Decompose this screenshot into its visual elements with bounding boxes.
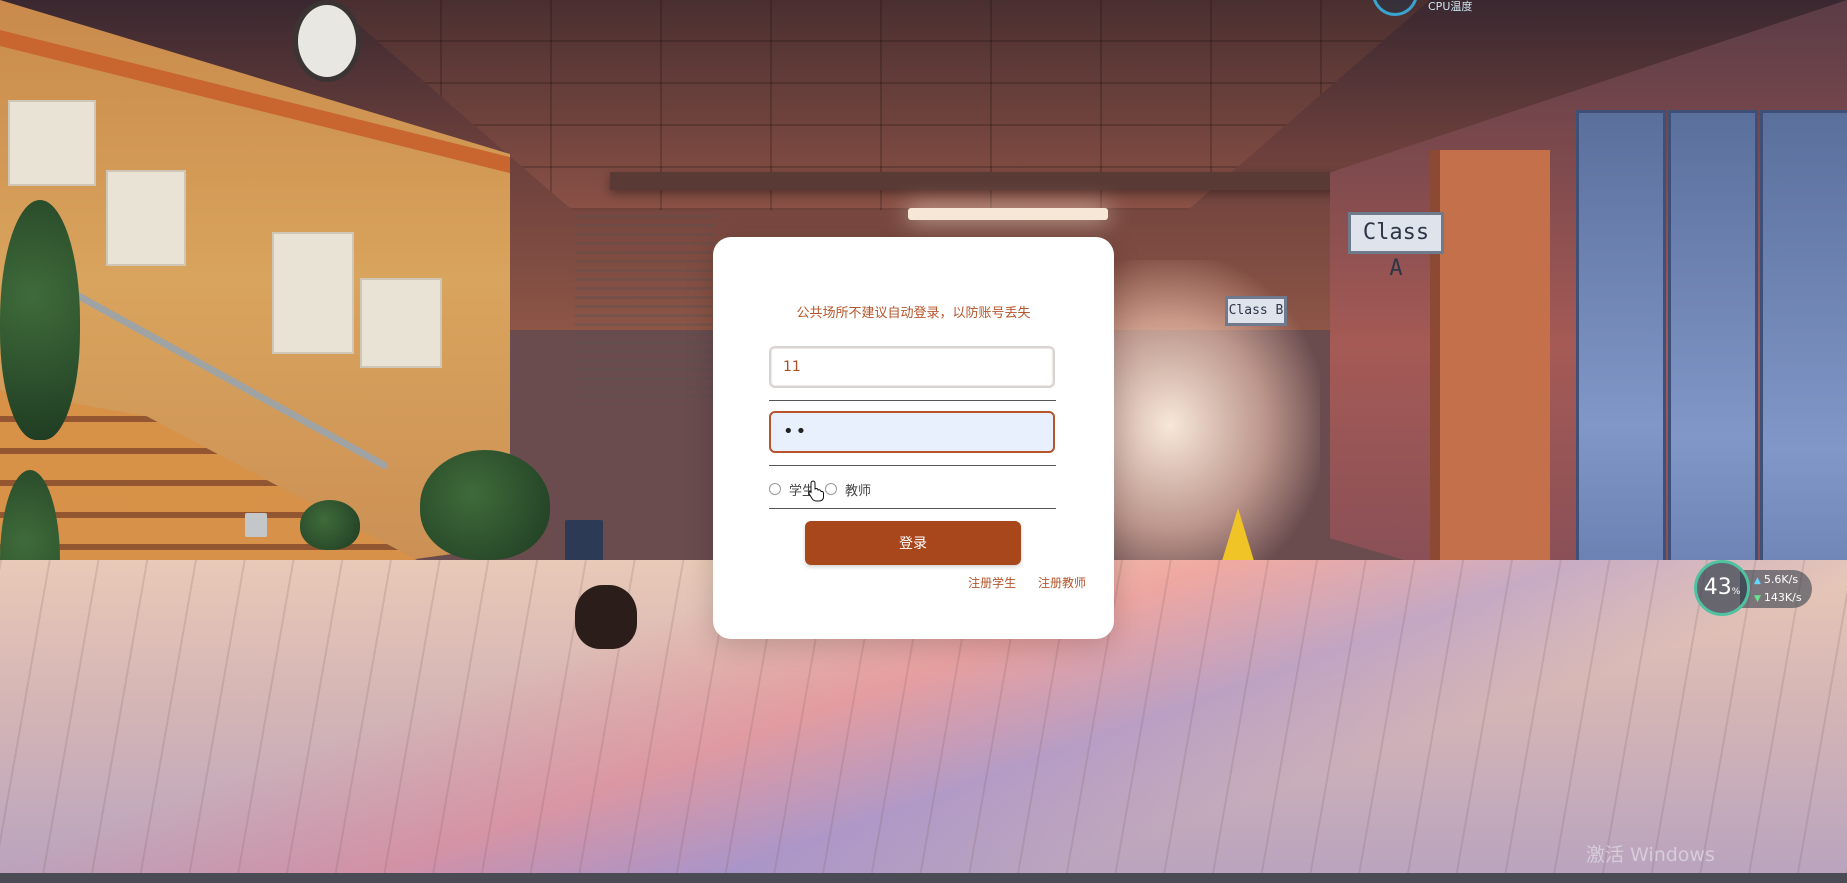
username-input[interactable] xyxy=(769,346,1055,388)
register-links: 注册学生 注册教师 xyxy=(713,574,1086,591)
activate-windows-watermark: 激活 Windows xyxy=(1586,844,1715,866)
poster-2 xyxy=(106,170,186,266)
sign-class-a: Class A xyxy=(1348,212,1444,281)
cpu-label: CPU温度 xyxy=(1428,0,1473,13)
pot-stair xyxy=(245,513,267,537)
auto-login-notice: 公共场所不建议自动登录，以防账号丢失 xyxy=(796,306,1031,321)
plant-left xyxy=(0,200,80,440)
download-speed: 143K/s xyxy=(1763,591,1802,604)
cpu-ring-icon xyxy=(1372,0,1418,16)
username-underline xyxy=(769,400,1056,401)
register-teacher-link[interactable]: 注册教师 xyxy=(1038,576,1086,590)
door-frame xyxy=(1430,150,1550,590)
role-underline xyxy=(769,508,1056,509)
network-speed-widget[interactable]: ▲ 5.6K/s ▼ 143K/s 43% xyxy=(1694,560,1812,620)
plant-stair xyxy=(300,500,360,550)
poster-4 xyxy=(360,278,442,368)
register-student-link[interactable]: 注册学生 xyxy=(968,576,1016,590)
ceiling-lamp xyxy=(908,208,1108,220)
download-arrow-icon: ▼ xyxy=(1754,594,1761,604)
usage-percent-unit: % xyxy=(1731,587,1741,597)
login-card: 公共场所不建议自动登录，以防账号丢失 •• 学生 教师 登录 注册学生 注册教师 xyxy=(713,237,1114,639)
poster-3 xyxy=(272,232,354,354)
usage-percent: 43 xyxy=(1703,575,1732,600)
login-button[interactable]: 登录 xyxy=(805,521,1021,565)
radio-teacher[interactable] xyxy=(825,483,838,495)
window-blinds xyxy=(575,215,715,405)
cat-icon xyxy=(575,585,637,649)
cpu-temperature-badge[interactable]: CPU温度 xyxy=(1372,0,1482,16)
memory-usage-ring: 43% xyxy=(1694,560,1750,616)
upload-row: ▲ 5.6K/s xyxy=(1754,573,1798,586)
download-row: ▼ 143K/s xyxy=(1754,591,1802,604)
speed-pill: ▲ 5.6K/s ▼ 143K/s xyxy=(1740,570,1812,608)
poster-1 xyxy=(8,100,96,186)
upload-arrow-icon: ▲ xyxy=(1754,576,1761,586)
plant-large xyxy=(420,450,550,560)
sign-class-b: Class B xyxy=(1225,296,1287,326)
role-selector: 学生 教师 xyxy=(769,477,881,501)
upload-speed: 5.6K/s xyxy=(1763,573,1799,586)
ceiling-beam xyxy=(610,172,1340,190)
password-input[interactable]: •• xyxy=(769,411,1055,453)
radio-student[interactable] xyxy=(769,483,781,495)
radio-teacher-label[interactable]: 教师 xyxy=(845,480,871,499)
taskbar-edge xyxy=(0,873,1847,883)
wall-clock-icon xyxy=(293,0,361,82)
password-underline xyxy=(769,465,1056,466)
hand-pointer-icon xyxy=(808,480,824,502)
locker-1 xyxy=(1576,110,1666,636)
